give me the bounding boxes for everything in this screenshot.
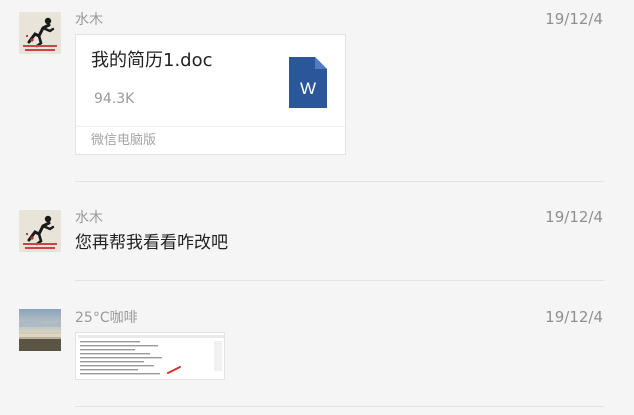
- file-source-label: 微信电脑版: [91, 133, 157, 148]
- sender-name: 水木: [75, 210, 103, 226]
- chat-message-text: 水木 19/12/4 您再帮我看看咋改吧: [0, 182, 634, 281]
- runner-avatar-icon[interactable]: [19, 210, 61, 252]
- card-divider: [76, 126, 345, 127]
- landscape-avatar-icon[interactable]: [19, 309, 61, 351]
- message-date: 19/12/4: [545, 208, 603, 226]
- message-date: 19/12/4: [545, 10, 603, 28]
- file-attachment-card[interactable]: 我的简历1.doc 94.3K W 微信电脑版: [75, 34, 346, 155]
- sender-name: 25°C咖啡: [75, 310, 138, 326]
- sender-name: 水木: [75, 12, 103, 28]
- message-divider: [75, 406, 604, 407]
- word-document-icon: W: [289, 57, 327, 108]
- file-size: 94.3K: [94, 91, 135, 107]
- word-icon-letter: W: [300, 79, 316, 98]
- chat-message-file: 水木 19/12/4 我的简历1.doc 94.3K W 微信电脑版: [0, 0, 634, 182]
- message-text: 您再帮我看看咋改吧: [75, 233, 228, 253]
- file-name: 我的简历1.doc: [91, 50, 213, 71]
- message-date: 19/12/4: [545, 308, 603, 326]
- document-screenshot-thumbnail[interactable]: [75, 332, 225, 380]
- chat-message-image: 25°C咖啡 19/12/4: [0, 280, 634, 415]
- runner-avatar-icon[interactable]: [19, 12, 61, 54]
